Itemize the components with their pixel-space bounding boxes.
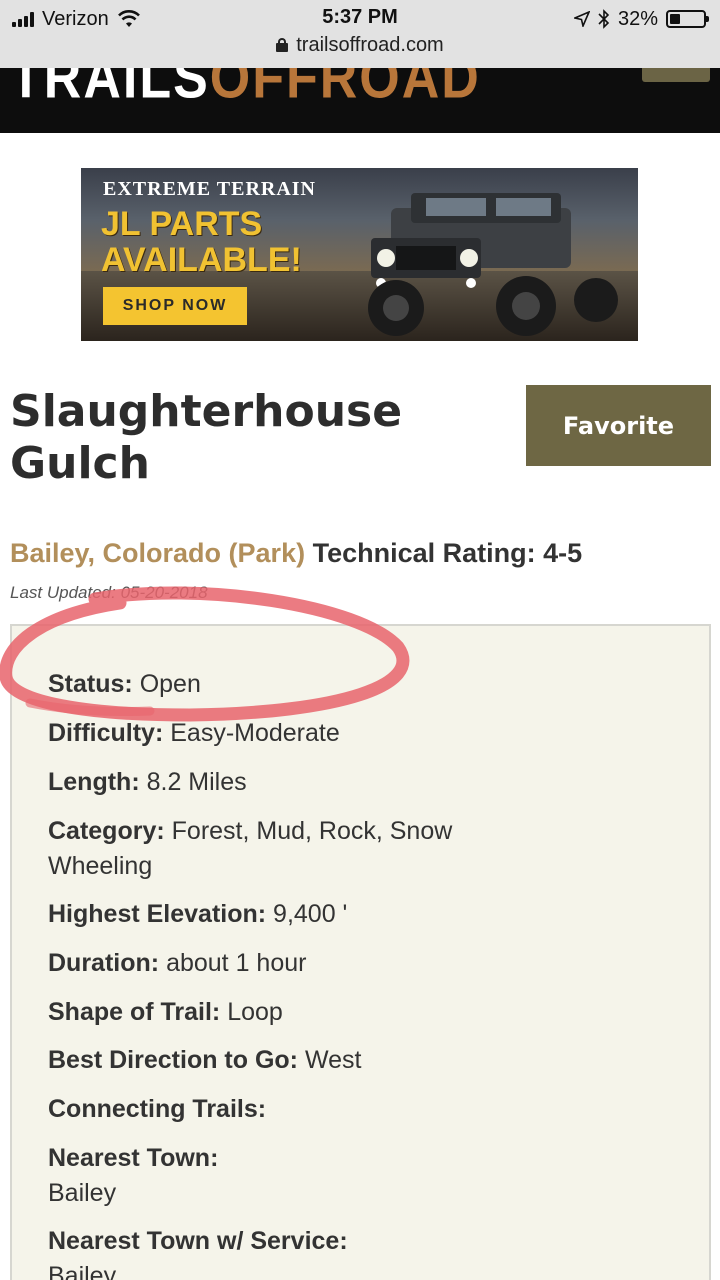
detail-best-direction: Best Direction to Go: West <box>48 1046 362 1074</box>
shop-now-button[interactable]: SHOP NOW <box>103 287 247 325</box>
favorite-button[interactable]: Favorite <box>526 385 711 466</box>
logo-text-trails: TRAILS <box>10 68 210 112</box>
detail-length: Length: 8.2 Miles <box>48 768 247 796</box>
ad-headline-line2: AVAILABLE! <box>101 241 302 279</box>
battery-percent: 32% <box>617 7 658 30</box>
ad-headline: JL PARTS AVAILABLE! <box>101 206 302 278</box>
red-circle-annotation <box>0 586 410 722</box>
trail-title: Slaughterhouse Gulch <box>10 386 403 489</box>
ad-brand: EXTREME TERRAIN <box>103 178 316 200</box>
logo-text-offroad: OFFROAD <box>209 68 481 112</box>
location-link[interactable]: Bailey, Colorado (Park) <box>10 538 305 568</box>
detail-connecting-trails: Connecting Trails: <box>48 1095 267 1123</box>
site-header: TRAILSOFFROAD <box>0 68 720 133</box>
jeep-image <box>368 193 618 336</box>
address-bar[interactable]: trailsoffroad.com <box>0 34 720 57</box>
battery-level-fill <box>670 14 681 24</box>
detail-category: Category: Forest, Mud, Rock, Snow Wheeli… <box>48 817 453 880</box>
battery-icon <box>666 10 709 28</box>
ios-status-bar: Verizon 5:37 PM 32% trailsoffroad.com <box>0 0 720 68</box>
detail-shape: Shape of Trail: Loop <box>48 998 283 1026</box>
ad-banner[interactable]: EXTREME TERRAIN JL PARTS AVAILABLE! SHOP… <box>81 168 638 341</box>
location-line: Bailey, Colorado (Park) Technical Rating… <box>10 538 582 569</box>
detail-nearest-town: Nearest Town: Bailey <box>48 1144 219 1207</box>
detail-nearest-town-service: Nearest Town w/ Service: Bailey <box>48 1227 348 1280</box>
lock-icon <box>276 38 289 52</box>
detail-highest-elevation: Highest Elevation: 9,400 ' <box>48 900 348 928</box>
ad-headline-line1: JL PARTS <box>101 205 263 243</box>
bluetooth-icon <box>598 9 610 29</box>
system-indicators: 32% <box>573 6 709 32</box>
location-arrow-icon <box>573 11 590 27</box>
detail-duration: Duration: about 1 hour <box>48 949 307 977</box>
site-logo[interactable]: TRAILSOFFROAD <box>10 68 481 113</box>
technical-rating: Technical Rating: 4-5 <box>312 538 583 568</box>
menu-button[interactable] <box>642 68 710 82</box>
url-text: trailsoffroad.com <box>296 34 444 56</box>
